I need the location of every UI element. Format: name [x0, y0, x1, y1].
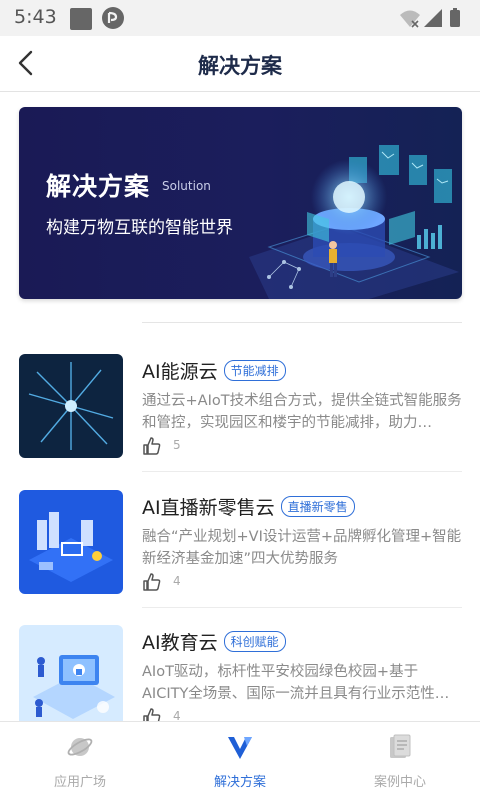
status-time: 5:43 — [14, 6, 57, 28]
card-tag: 直播新零售 — [280, 496, 355, 517]
system-status-icons — [398, 7, 468, 33]
header: 解决方案 — [0, 36, 480, 92]
card-thumbnail — [19, 354, 123, 458]
section-divider — [142, 322, 462, 323]
like-count: 4 — [173, 574, 181, 588]
page-title: 解决方案 — [198, 54, 282, 78]
solution-card[interactable]: AI直播新零售云 直播新零售 融合“产业规划+VI设计运营+品牌孵化管理+智能新经… — [19, 474, 462, 608]
card-tag: 科创赋能 — [223, 631, 286, 652]
card-title-text: AI教育云 — [142, 632, 218, 654]
document-icon — [390, 734, 411, 758]
iot-illustration — [249, 145, 459, 299]
card-title: AI直播新零售云 直播新零售 — [142, 493, 355, 520]
card-description: 融合“产业规划+VI设计运营+品牌孵化管理+智能新经济基金加速”四大优势服务 — [142, 529, 462, 567]
card-tag: 节能减排 — [223, 360, 286, 381]
card-thumbnail — [19, 490, 123, 594]
card-description: 通过云+AIoT技术组合方式，提供全链式智能服务和管控，实现园区和楼宇的节能减排… — [142, 393, 462, 431]
banner-title: 解决方案 — [46, 172, 151, 201]
battery-icon — [450, 10, 460, 27]
like-button[interactable]: 5 — [142, 436, 181, 456]
nav-item-solutions[interactable]: 解决方案 — [160, 722, 320, 800]
card-title-text: AI能源云 — [142, 361, 218, 383]
nav-item-app-square[interactable]: 应用广场 — [0, 722, 160, 800]
v-logo-icon — [228, 737, 252, 759]
card-divider — [142, 471, 462, 472]
person-figure — [329, 241, 337, 277]
like-button[interactable]: 4 — [142, 572, 181, 592]
like-count: 5 — [173, 438, 181, 452]
wifi-icon — [400, 10, 420, 28]
nav-label: 解决方案 — [213, 775, 266, 790]
card-divider — [142, 607, 462, 608]
banner-subtitle: Solution — [162, 179, 211, 193]
status-bar: 5:43 — [0, 0, 480, 36]
card-thumbnail — [19, 625, 123, 729]
nav-label: 应用广场 — [53, 775, 106, 790]
signal-icon — [424, 9, 442, 27]
nav-label: 案例中心 — [373, 775, 426, 790]
notification-square-icon — [70, 8, 92, 30]
thumbs-up-icon — [143, 437, 161, 455]
banner-tagline: 构建万物互联的智能世界 — [46, 218, 233, 238]
card-description: AIoT驱动，标杆性平安校园绿色校园+基于AICITY全场景、国际一流并且具有行… — [142, 664, 450, 702]
solution-banner[interactable]: 解决方案 Solution 构建万物互联的智能世界 — [19, 107, 462, 299]
card-title: AI教育云 科创赋能 — [142, 628, 286, 655]
planet-icon — [67, 738, 93, 756]
card-title-text: AI直播新零售云 — [142, 497, 275, 519]
nav-item-case-center[interactable]: 案例中心 — [320, 722, 480, 800]
card-title: AI能源云 节能减排 — [142, 357, 286, 384]
thumbs-up-icon — [143, 573, 161, 591]
bottom-navigation: 应用广场 解决方案 案例中心 — [0, 721, 480, 800]
solution-card[interactable]: AI能源云 节能减排 通过云+AIoT技术组合方式，提供全链式智能服务和管控，实现… — [19, 338, 462, 472]
notification-app-icon — [102, 7, 124, 29]
